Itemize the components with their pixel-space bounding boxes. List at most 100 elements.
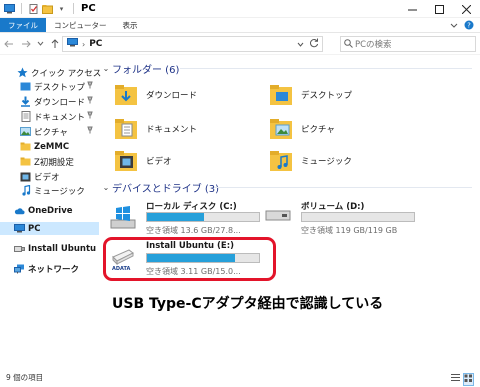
music-icon bbox=[20, 185, 31, 196]
tiles-view-icon[interactable] bbox=[463, 373, 474, 386]
breadcrumb-separator-icon[interactable]: › bbox=[82, 40, 85, 49]
pictures-folder-icon bbox=[269, 117, 293, 141]
expand-ribbon-icon[interactable] bbox=[450, 22, 458, 32]
address-bar[interactable]: › PC bbox=[62, 36, 323, 52]
desktop-icon bbox=[20, 81, 31, 92]
sidebar-item-music[interactable]: ミュージック bbox=[20, 184, 85, 197]
sidebar-item-videos[interactable]: ビデオ bbox=[20, 170, 60, 183]
group-divider bbox=[214, 187, 472, 188]
group-divider bbox=[180, 68, 472, 69]
drive-c-usage-bar bbox=[146, 212, 260, 222]
folder-tile-videos[interactable]: ビデオ bbox=[114, 149, 172, 173]
drive-d-usage-bar bbox=[301, 212, 415, 222]
view-switcher bbox=[451, 373, 474, 386]
folders-group-header[interactable]: ⌄ フォルダー (6) bbox=[100, 61, 180, 76]
status-bar: 9 個の項目 bbox=[0, 368, 480, 387]
sidebar-item-pc[interactable]: PC bbox=[0, 222, 99, 235]
drive-d[interactable]: ボリューム (D:) 空き領域 119 GB/119 GB bbox=[261, 200, 431, 236]
navigation-pane: クイック アクセス デスクトップ ダウンロード ドキュメント ピクチャ ZeMM… bbox=[0, 55, 101, 368]
folder-tile-music[interactable]: ミュージック bbox=[269, 149, 352, 173]
annotation-text: USB Type-Cアダプタ経由で認識している bbox=[112, 296, 384, 312]
help-icon[interactable]: ? bbox=[464, 20, 474, 33]
sidebar-item-zemmc[interactable]: ZeMMC bbox=[20, 140, 69, 153]
title-bar: ▾ PC bbox=[0, 0, 480, 18]
search-icon bbox=[344, 39, 353, 51]
pc-icon bbox=[4, 3, 15, 14]
folder-tile-downloads[interactable]: ダウンロード bbox=[114, 83, 197, 107]
pictures-icon bbox=[20, 126, 31, 137]
drive-c[interactable]: ローカル ディスク (C:) 空き領域 13.6 GB/27.8... bbox=[106, 200, 276, 236]
folder-tile-documents[interactable]: ドキュメント bbox=[114, 117, 197, 141]
usb-drive-icon bbox=[14, 243, 25, 254]
close-button[interactable] bbox=[453, 0, 480, 18]
details-view-icon[interactable] bbox=[451, 373, 460, 386]
pc-icon bbox=[67, 38, 78, 50]
maximize-button[interactable] bbox=[426, 0, 453, 18]
search-input[interactable]: PCの検索 bbox=[340, 36, 476, 52]
breadcrumb-pc[interactable]: PC bbox=[89, 39, 102, 49]
folder-icon bbox=[20, 156, 31, 167]
window-controls bbox=[399, 0, 480, 18]
address-bar-controls bbox=[297, 38, 319, 51]
recent-locations-button[interactable] bbox=[35, 37, 46, 51]
window-title: PC bbox=[81, 3, 96, 14]
properties-icon[interactable] bbox=[28, 3, 39, 14]
address-dropdown-icon[interactable] bbox=[297, 40, 304, 50]
toolbar-divider bbox=[21, 3, 22, 14]
new-folder-icon[interactable] bbox=[42, 3, 53, 14]
cloud-icon bbox=[14, 205, 25, 216]
ribbon-right-controls: ? bbox=[450, 20, 474, 33]
minimize-button[interactable] bbox=[399, 0, 426, 18]
refresh-icon[interactable] bbox=[309, 38, 319, 51]
pin-icon bbox=[86, 96, 94, 107]
drive-d-free-space: 空き領域 119 GB/119 GB bbox=[301, 226, 398, 235]
download-icon bbox=[20, 96, 31, 107]
sidebar-item-z-initial-settings[interactable]: Z初期設定 bbox=[20, 155, 74, 168]
sidebar-item-downloads[interactable]: ダウンロード bbox=[20, 95, 85, 108]
address-row: › PC PCの検索 bbox=[0, 33, 480, 55]
pin-icon bbox=[86, 111, 94, 122]
document-icon bbox=[20, 111, 31, 122]
nav-quick-access[interactable]: クイック アクセス bbox=[17, 66, 101, 79]
downloads-folder-icon bbox=[114, 83, 138, 107]
drive-d-name: ボリューム (D:) bbox=[301, 202, 365, 212]
folder-tile-pictures[interactable]: ピクチャ bbox=[269, 117, 335, 141]
tab-file[interactable]: ファイル bbox=[0, 18, 46, 32]
sidebar-item-network[interactable]: ネットワーク bbox=[14, 262, 79, 275]
svg-text:?: ? bbox=[467, 22, 471, 30]
up-button[interactable] bbox=[49, 37, 60, 51]
chevron-down-icon[interactable]: ⌄ bbox=[100, 183, 112, 192]
tab-computer[interactable]: コンピューター bbox=[46, 18, 115, 32]
windows-drive-icon bbox=[110, 204, 136, 233]
drive-c-usage-fill bbox=[147, 213, 205, 221]
music-folder-icon bbox=[269, 149, 293, 173]
sidebar-item-onedrive[interactable]: OneDrive bbox=[14, 204, 73, 217]
item-count: 9 個の項目 bbox=[6, 373, 44, 382]
folder-tile-desktop[interactable]: デスクトップ bbox=[269, 83, 352, 107]
pin-icon bbox=[86, 81, 94, 92]
documents-folder-icon bbox=[114, 117, 138, 141]
videos-folder-icon bbox=[114, 149, 138, 173]
customize-toolbar-icon[interactable]: ▾ bbox=[56, 3, 67, 14]
sidebar-item-pictures[interactable]: ピクチャ bbox=[20, 125, 68, 138]
hard-drive-icon bbox=[265, 204, 291, 227]
folder-icon bbox=[20, 141, 31, 152]
drives-group-header[interactable]: ⌄ デバイスとドライブ (3) bbox=[100, 180, 219, 195]
drive-c-name: ローカル ディスク (C:) bbox=[146, 202, 237, 212]
sidebar-item-documents[interactable]: ドキュメント bbox=[20, 110, 85, 123]
star-icon bbox=[17, 67, 28, 78]
sidebar-item-desktop[interactable]: デスクトップ bbox=[20, 80, 85, 93]
quick-access-toolbar: ▾ bbox=[0, 3, 77, 14]
pin-icon bbox=[86, 126, 94, 137]
chevron-down-icon[interactable]: ⌄ bbox=[100, 64, 112, 73]
forward-button[interactable] bbox=[20, 37, 31, 51]
tab-view[interactable]: 表示 bbox=[115, 18, 146, 32]
ribbon-tabs: ファイル コンピューター 表示 ? bbox=[0, 18, 480, 33]
sidebar-item-install-ubuntu[interactable]: Install Ubuntu bbox=[14, 242, 96, 255]
back-button[interactable] bbox=[3, 37, 14, 51]
video-icon bbox=[20, 171, 31, 182]
network-icon bbox=[14, 263, 25, 274]
toolbar-divider bbox=[73, 3, 74, 14]
content-pane: ⌄ フォルダー (6) ダウンロード デスクトップ ドキュメント ピクチャ ビデ… bbox=[100, 55, 480, 368]
search-placeholder: PCの検索 bbox=[355, 40, 392, 50]
